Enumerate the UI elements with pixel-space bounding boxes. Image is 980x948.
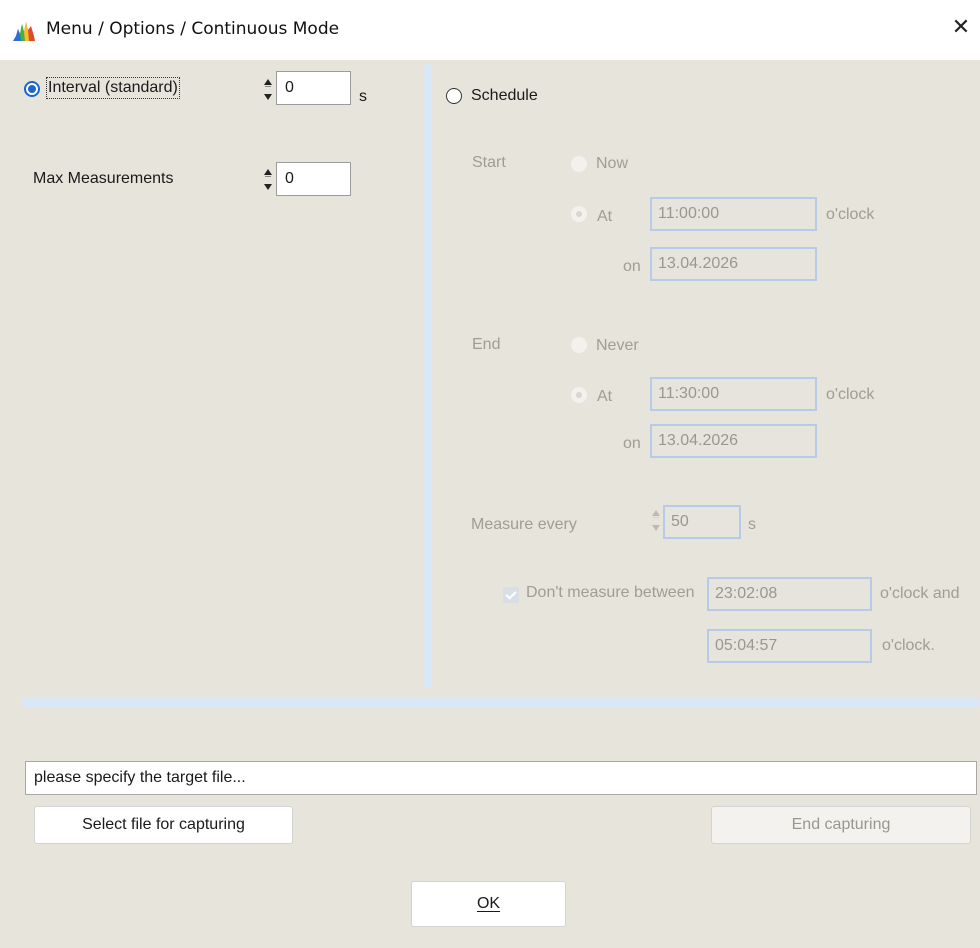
measure-every-unit: s	[748, 516, 756, 533]
end-never-radio[interactable]	[571, 337, 587, 353]
spin-up-icon[interactable]	[264, 169, 272, 175]
start-now-label: Now	[596, 155, 629, 172]
ok-button[interactable]: OK	[411, 881, 566, 927]
select-file-button[interactable]: Select file for capturing	[34, 806, 293, 844]
interval-unit: s	[359, 88, 367, 105]
target-file-input[interactable]: please specify the target file...	[25, 761, 977, 795]
vertical-divider[interactable]	[424, 64, 432, 688]
window-title: Menu / Options / Continuous Mode	[46, 19, 340, 39]
end-capturing-button[interactable]: End capturing	[711, 806, 971, 844]
spin-up-icon[interactable]	[264, 79, 272, 85]
spin-up-icon[interactable]	[652, 510, 660, 516]
end-at-label: At	[597, 388, 613, 405]
end-label: End	[472, 336, 501, 353]
max-measurements-spinner[interactable]	[263, 168, 273, 194]
dont-measure-to-input[interactable]: 05:04:57	[707, 629, 872, 663]
end-never-label: Never	[596, 337, 639, 354]
start-on-label: on	[623, 258, 641, 275]
end-at-radio[interactable]	[571, 387, 587, 403]
spin-down-icon[interactable]	[652, 525, 660, 531]
interval-label[interactable]: Interval (standard)	[46, 77, 180, 99]
schedule-radio[interactable]	[446, 88, 462, 104]
horizontal-divider[interactable]	[22, 697, 980, 707]
schedule-label[interactable]: Schedule	[471, 87, 538, 105]
start-at-radio[interactable]	[571, 206, 587, 222]
spin-down-icon[interactable]	[264, 94, 272, 100]
measure-every-input[interactable]: 50	[663, 505, 741, 539]
spin-down-icon[interactable]	[264, 184, 272, 190]
end-time-input[interactable]: 11:30:00	[650, 377, 817, 411]
start-label: Start	[472, 154, 506, 171]
measure-every-label: Measure every	[471, 516, 577, 533]
dont-measure-checkbox[interactable]	[503, 587, 519, 603]
max-measurements-input[interactable]: 0	[276, 162, 351, 196]
start-oclock-label: o'clock	[826, 206, 875, 223]
start-at-label: At	[597, 208, 613, 225]
spectrum-icon	[12, 20, 36, 42]
start-date-input[interactable]: 13.04.2026	[650, 247, 817, 281]
dont-measure-to-suffix: o'clock.	[882, 637, 935, 654]
start-now-radio[interactable]	[571, 156, 587, 172]
close-icon[interactable]: ✕	[947, 14, 975, 42]
end-oclock-label: o'clock	[826, 386, 875, 403]
measure-every-spinner[interactable]	[651, 509, 661, 535]
dont-measure-label: Don't measure between	[526, 584, 695, 601]
max-measurements-label: Max Measurements	[33, 170, 174, 187]
interval-spinner[interactable]	[263, 78, 273, 104]
interval-input[interactable]: 0	[276, 71, 351, 105]
interval-radio[interactable]	[24, 81, 40, 97]
end-on-label: on	[623, 435, 641, 452]
dont-measure-from-suffix: o'clock and	[880, 585, 960, 602]
dont-measure-from-input[interactable]: 23:02:08	[707, 577, 872, 611]
end-date-input[interactable]: 13.04.2026	[650, 424, 817, 458]
start-time-input[interactable]: 11:00:00	[650, 197, 817, 231]
